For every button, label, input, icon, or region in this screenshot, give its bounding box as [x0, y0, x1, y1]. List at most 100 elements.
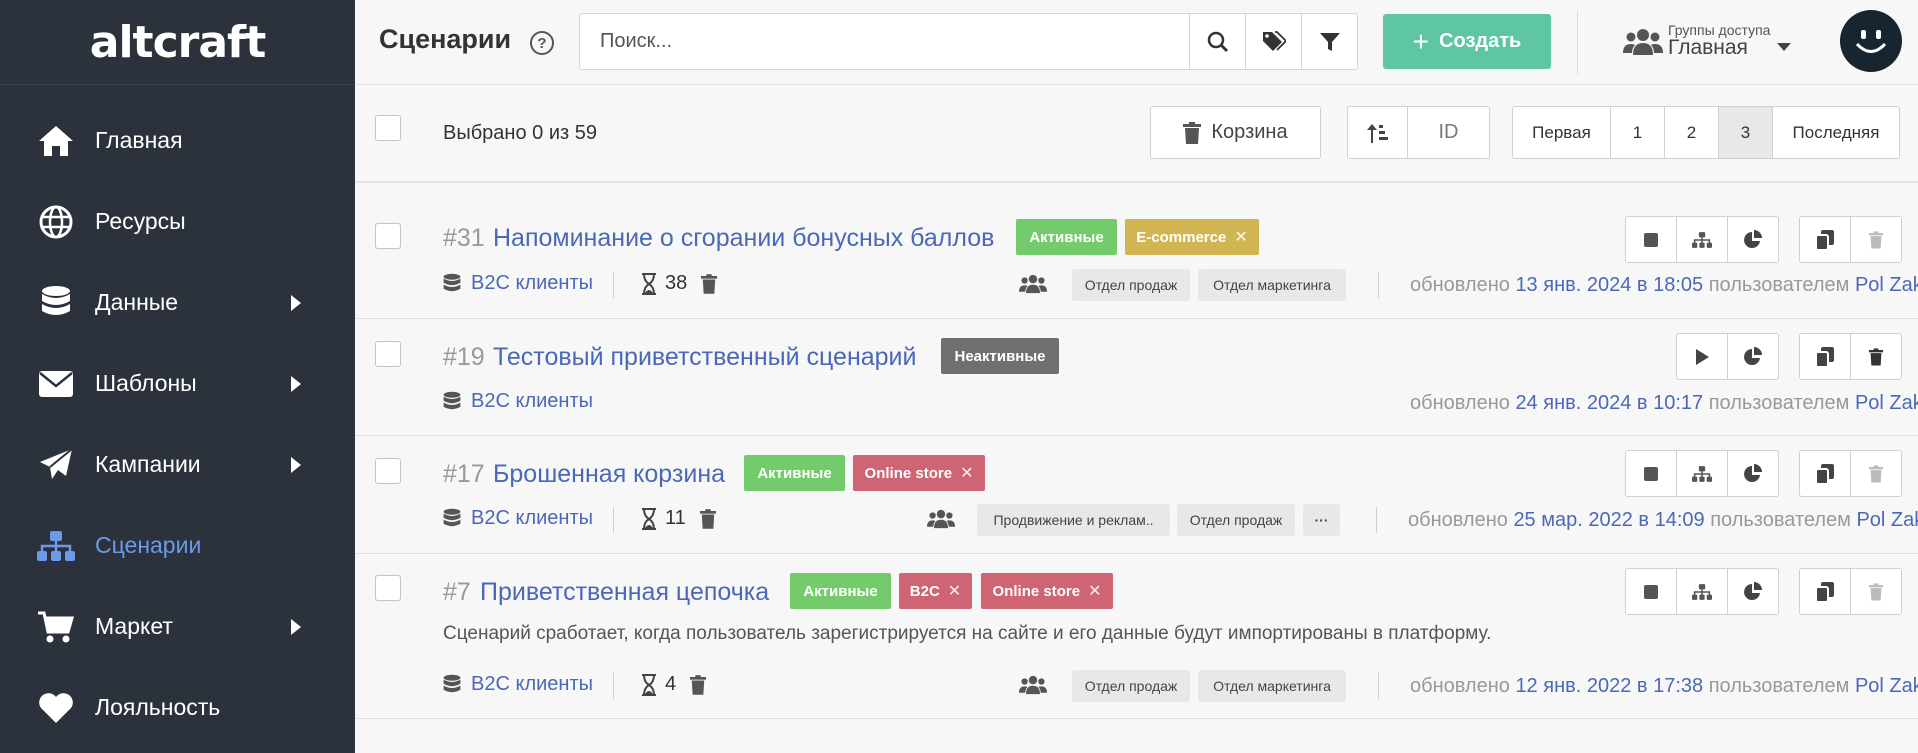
- tag-label: Активные: [803, 582, 878, 600]
- user-link[interactable]: Pol Zak: [1855, 675, 1918, 697]
- sidebar-item-market[interactable]: Маркет: [0, 586, 355, 667]
- help-icon[interactable]: ?: [530, 31, 554, 55]
- delete-button[interactable]: [1850, 450, 1902, 497]
- sidebar-item-data[interactable]: Данные: [0, 262, 355, 343]
- sidebar-item-home[interactable]: Главная: [0, 100, 355, 181]
- stop-button[interactable]: [1625, 450, 1677, 497]
- sidebar-item-label: Маркет: [95, 613, 173, 639]
- users-group-icon: [1019, 674, 1047, 696]
- user-link[interactable]: Pol Zak: [1856, 509, 1918, 531]
- close-icon[interactable]: ✕: [1088, 581, 1101, 601]
- scenario-title[interactable]: Напоминание о сгорании бонусных баллов: [493, 224, 994, 253]
- tags-filter-button[interactable]: [1245, 13, 1302, 70]
- selection-count: Выбрано 0 из 59: [443, 122, 597, 144]
- trash-icon[interactable]: [701, 273, 718, 294]
- hourglass-icon: [641, 673, 657, 696]
- sidebar-item-templates[interactable]: Шаблоны: [0, 343, 355, 424]
- updated-by-label: пользователем: [1710, 509, 1851, 531]
- database-name: B2C клиенты: [471, 507, 593, 529]
- heart-icon: [36, 688, 76, 728]
- database-icon: [36, 283, 76, 323]
- sidebar-item-resources[interactable]: Ресурсы: [0, 181, 355, 262]
- stop-button[interactable]: [1625, 216, 1677, 263]
- trash-icon[interactable]: [690, 674, 707, 695]
- filter-icon: [1319, 31, 1341, 53]
- row-checkbox[interactable]: [375, 575, 401, 601]
- play-button[interactable]: [1676, 333, 1728, 380]
- caret-right-icon: [291, 294, 301, 311]
- sidebar-item-campaigns[interactable]: Кампании: [0, 424, 355, 505]
- database-name: B2C клиенты: [471, 390, 593, 412]
- scenario-title[interactable]: Приветственная цепочка: [480, 578, 769, 607]
- department-label: Отдел продаж: [1084, 678, 1178, 694]
- tag-badge[interactable]: B2C ✕: [899, 573, 972, 609]
- database-link[interactable]: B2C клиенты: [443, 673, 593, 696]
- sort-field-button[interactable]: ID: [1407, 106, 1490, 159]
- database-link[interactable]: B2C клиенты: [443, 272, 593, 295]
- trash-button[interactable]: Корзина: [1150, 106, 1321, 159]
- delete-button[interactable]: [1850, 333, 1902, 380]
- sort-direction-button[interactable]: [1347, 106, 1408, 159]
- row-checkbox[interactable]: [375, 223, 401, 249]
- stats-button[interactable]: [1727, 450, 1779, 497]
- close-icon[interactable]: ✕: [960, 463, 973, 483]
- tag-label: Активные: [1029, 228, 1104, 246]
- tag-badge[interactable]: Online store ✕: [853, 455, 985, 491]
- stats-button[interactable]: [1727, 568, 1779, 615]
- search-button[interactable]: [1189, 13, 1246, 70]
- filter-button[interactable]: [1301, 13, 1358, 70]
- trash-icon[interactable]: [699, 508, 716, 529]
- search-input[interactable]: [579, 13, 1190, 70]
- more-departments-button[interactable]: ···: [1303, 504, 1340, 536]
- database-icon: [443, 273, 461, 295]
- scenario-row: #7 Приветственная цепочка Активные B2C ✕ …: [355, 554, 1918, 719]
- structure-button[interactable]: [1676, 450, 1728, 497]
- pagination-page-2[interactable]: 2: [1664, 106, 1719, 159]
- select-all-checkbox[interactable]: [375, 115, 401, 141]
- copy-button[interactable]: [1799, 450, 1851, 497]
- tag-badge[interactable]: E-commerce ✕: [1125, 219, 1259, 255]
- sidebar-item-label: Лояльность: [95, 694, 221, 720]
- stats-button[interactable]: [1727, 216, 1779, 263]
- pagination-last[interactable]: Последняя: [1772, 106, 1900, 159]
- scenario-id: #7: [443, 578, 471, 606]
- pagination-page-3[interactable]: 3: [1718, 106, 1773, 159]
- sidebar-item-loyalty[interactable]: Лояльность: [0, 667, 355, 748]
- stop-icon: [1644, 584, 1658, 599]
- delete-button[interactable]: [1850, 568, 1902, 615]
- database-link[interactable]: B2C клиенты: [443, 390, 593, 413]
- stop-button[interactable]: [1625, 568, 1677, 615]
- divider: [1378, 673, 1379, 699]
- altcraft-logo[interactable]: altcraft: [0, 0, 355, 85]
- stats-button[interactable]: [1727, 333, 1779, 380]
- sidebar-item-label: Кампании: [95, 451, 201, 477]
- close-icon[interactable]: ✕: [1234, 227, 1247, 247]
- database-icon: [443, 391, 461, 413]
- database-link[interactable]: B2C клиенты: [443, 507, 593, 530]
- structure-button[interactable]: [1676, 568, 1728, 615]
- tag-badge[interactable]: Online store ✕: [981, 573, 1113, 609]
- stop-icon: [1644, 232, 1658, 247]
- sidebar-item-label: Шаблоны: [95, 370, 197, 396]
- create-button[interactable]: + Создать: [1383, 14, 1551, 69]
- user-link[interactable]: Pol Zak: [1855, 274, 1918, 296]
- row-checkbox[interactable]: [375, 458, 401, 484]
- sidebar-item-scenarios[interactable]: Сценарии: [0, 505, 355, 586]
- copy-button[interactable]: [1799, 333, 1851, 380]
- scenario-title[interactable]: Брошенная корзина: [493, 460, 725, 489]
- user-link[interactable]: Pol Zak: [1855, 392, 1918, 414]
- scenario-title[interactable]: Тестовый приветственный сценарий: [493, 343, 917, 372]
- department-badge: Отдел продаж: [1177, 504, 1295, 536]
- divider: [1376, 507, 1377, 533]
- pagination-page-1[interactable]: 1: [1610, 106, 1665, 159]
- copy-button[interactable]: [1799, 216, 1851, 263]
- avatar[interactable]: [1840, 10, 1902, 72]
- pagination-first[interactable]: Первая: [1512, 106, 1611, 159]
- row-checkbox[interactable]: [375, 341, 401, 367]
- delete-button[interactable]: [1850, 216, 1902, 263]
- close-icon[interactable]: ✕: [948, 581, 961, 601]
- chevron-down-icon[interactable]: [1777, 43, 1791, 51]
- structure-button[interactable]: [1676, 216, 1728, 263]
- copy-button[interactable]: [1799, 568, 1851, 615]
- updated-date: 13 янв. 2024 в 18:05: [1515, 274, 1704, 296]
